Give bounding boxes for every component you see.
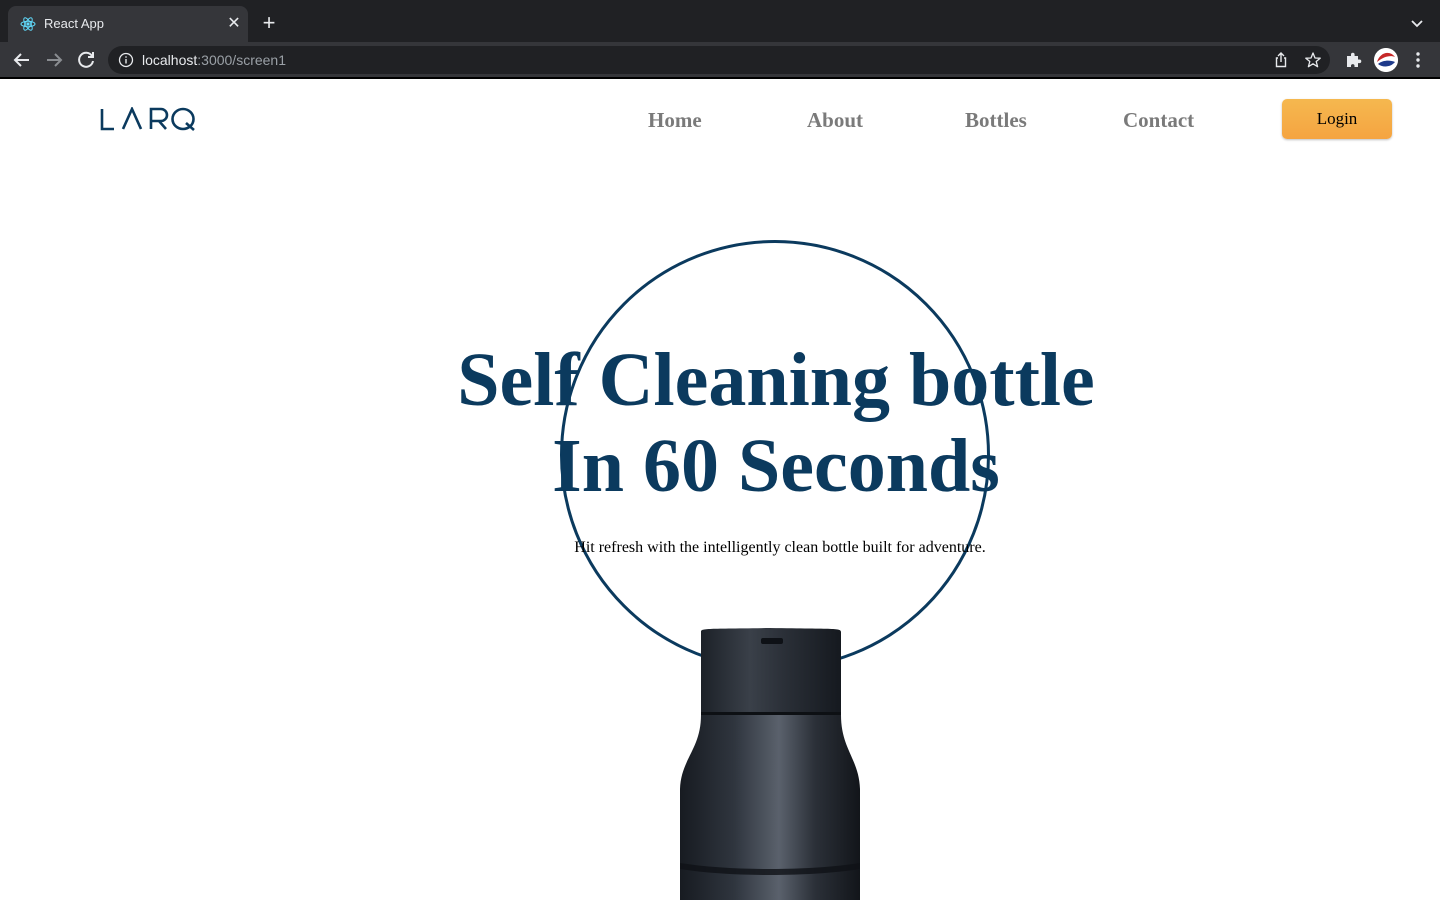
nav-home[interactable]: Home <box>648 108 702 133</box>
hero-title-line-1: Self Cleaning bottle <box>457 338 1095 422</box>
page-viewport: Home About Bottles Contact Login Self Cl… <box>0 79 1440 900</box>
profile-avatar[interactable] <box>1374 48 1398 72</box>
login-button[interactable]: Login <box>1282 99 1392 139</box>
share-icon[interactable] <box>1272 51 1290 69</box>
hero-title: Self Cleaning bottle In 60 Seconds <box>360 337 1192 509</box>
back-arrow-icon[interactable] <box>10 48 34 72</box>
address-bar[interactable]: localhost:3000/screen1 <box>108 46 1330 74</box>
hero-title-line-2: In 60 Seconds <box>552 424 1000 508</box>
profile-avatar-icon <box>1374 48 1398 72</box>
url-text[interactable]: localhost:3000/screen1 <box>142 52 286 68</box>
hero-subtitle: Hit refresh with the intelligently clean… <box>574 539 986 556</box>
info-icon[interactable] <box>118 52 134 68</box>
browser-tab[interactable]: React App ✕ <box>8 6 248 42</box>
new-tab-button[interactable]: + <box>258 12 280 34</box>
url-path: :3000/screen1 <box>197 52 286 68</box>
nav-about[interactable]: About <box>807 108 863 133</box>
browser-toolbar: localhost:3000/screen1 <box>0 42 1440 78</box>
extensions-puzzle-icon[interactable] <box>1344 50 1364 70</box>
kebab-menu-icon[interactable] <box>1408 50 1428 70</box>
chevron-down-icon[interactable] <box>1406 14 1428 34</box>
larq-logo[interactable] <box>100 107 196 131</box>
bottle-image <box>680 628 860 900</box>
close-icon[interactable]: ✕ <box>224 14 244 34</box>
nav-contact[interactable]: Contact <box>1123 108 1194 133</box>
bookmark-star-icon[interactable] <box>1304 51 1322 69</box>
reload-icon[interactable] <box>74 48 98 72</box>
browser-tab-strip: React App ✕ + <box>0 0 1440 42</box>
url-host: localhost <box>142 52 198 68</box>
tab-title: React App <box>44 16 104 31</box>
forward-arrow-icon[interactable] <box>42 48 66 72</box>
react-icon <box>20 17 36 31</box>
nav-bottles[interactable]: Bottles <box>965 108 1027 133</box>
